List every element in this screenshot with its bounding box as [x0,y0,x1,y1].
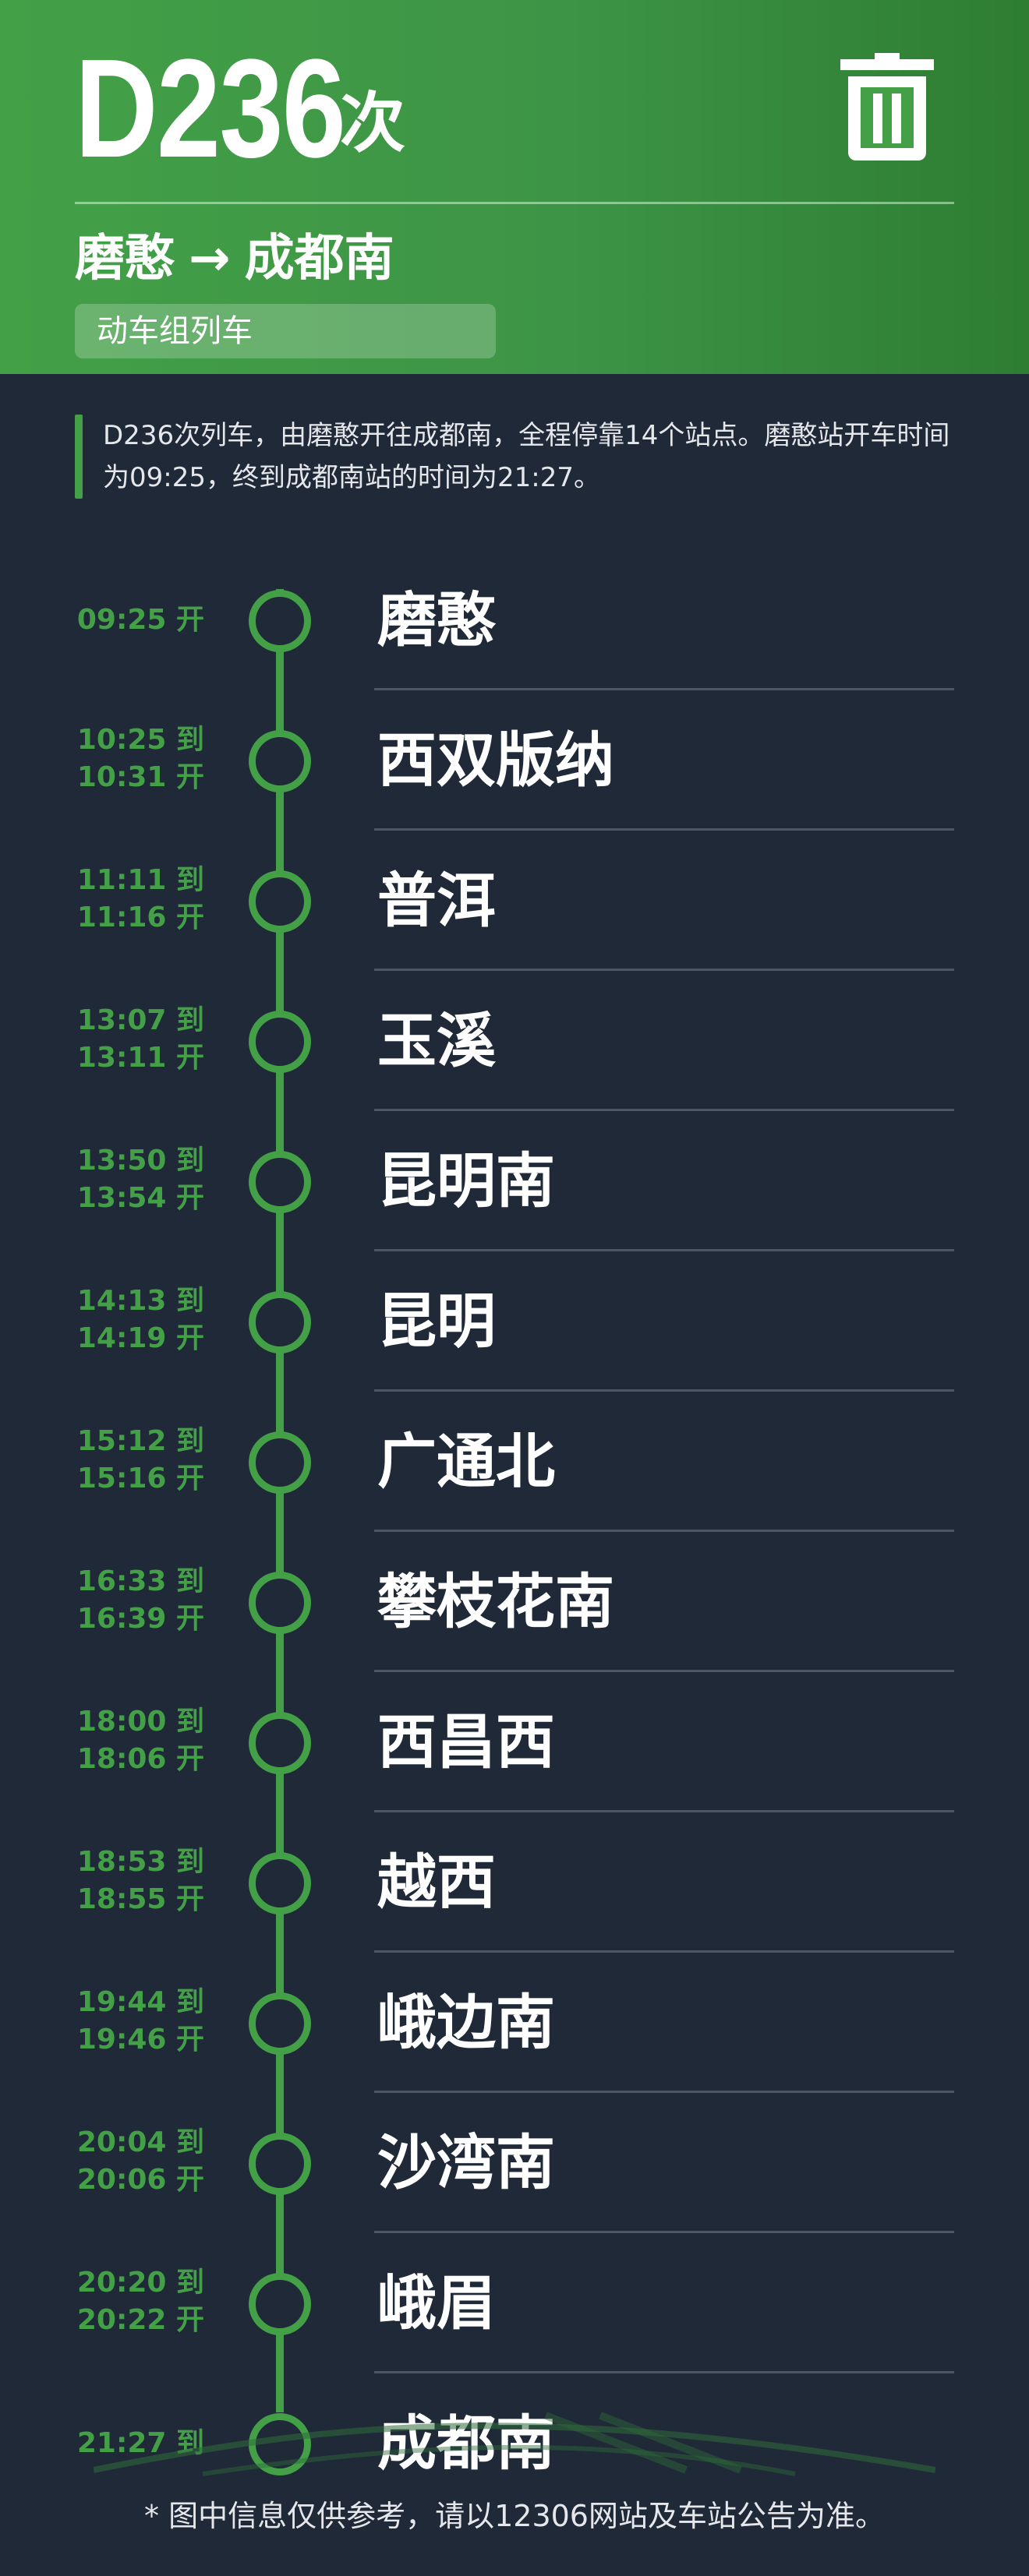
trash-icon[interactable] [840,53,934,162]
arrival-time: 18:00 到 [76,1706,204,1738]
arrow-right-icon: → [189,230,231,288]
stop-row[interactable]: 20:04 到 20:06 开 沙湾南 [0,2102,1029,2243]
train-number-suffix: 次 [340,85,406,161]
train-number: D236 [75,30,346,187]
stop-marker-icon [249,590,311,652]
route: 磨憨 → 成都南 [75,228,394,290]
stop-divider [374,969,954,971]
stop-divider [374,2231,954,2233]
arrival-time: 13:07 到 [76,1004,204,1036]
stop-marker-icon [249,730,311,792]
stop-row[interactable]: 09:25 开 磨憨 [0,559,1029,700]
stop-row[interactable]: 13:50 到 13:54 开 昆明南 [0,1120,1029,1261]
stop-marker-icon [249,2133,311,2195]
stop-divider [374,2371,954,2373]
stop-marker-icon [249,1572,311,1634]
trip-summary: D236次列车，由磨憨开往成都南，全程停靠14个站点。磨憨站开车时间为09:25… [103,420,950,493]
stop-divider [374,1810,954,1812]
stop-marker-icon [249,1852,311,1914]
stop-divider [374,1109,954,1111]
arrival-time: 18:53 到 [76,1846,204,1878]
stop-row[interactable]: 11:11 到 11:16 开 普洱 [0,840,1029,980]
stop-divider [374,1530,954,1532]
departure-time: 10:31 开 [76,761,204,793]
station-name: 昆明南 [377,1146,555,1216]
stop-marker-icon [249,1431,311,1494]
summary-accent-bar [75,415,83,499]
stop-divider [374,1249,954,1251]
station-name: 攀枝花南 [377,1567,614,1636]
train-type-label: 动车组列车 [97,313,253,349]
departure-time: 11:16 开 [76,902,204,933]
stop-marker-icon [249,2273,311,2335]
stop-row[interactable]: 18:53 到 18:55 开 越西 [0,1822,1029,1962]
departure-time: 19:46 开 [76,2024,204,2056]
station-name: 广通北 [377,1427,555,1496]
station-name: 普洱 [377,866,496,935]
departure-time: 20:22 开 [76,2304,204,2336]
station-name: 峨眉 [377,2268,496,2338]
stop-marker-icon [249,1291,311,1353]
departure-time: 20:06 开 [76,2164,204,2196]
stop-row[interactable]: 16:33 到 16:39 开 攀枝花南 [0,1541,1029,1681]
arrival-time: 14:13 到 [76,1285,204,1317]
stop-marker-icon [249,1011,311,1073]
stop-divider [374,688,954,690]
header: D236 次 磨憨 → 成都南 动车组列车 [0,0,1029,374]
station-name: 沙湾南 [377,2128,555,2197]
train-type-badge: 动车组列车 [75,304,496,358]
stop-divider [374,2091,954,2093]
stop-row[interactable]: 10:25 到 10:31 开 西双版纳 [0,700,1029,840]
disclaimer-footnote: * 图中信息仅供参考，请以12306网站及车站公告为准。 [144,2499,885,2533]
arrival-time: 13:50 到 [76,1145,204,1177]
arrival-time: 16:33 到 [76,1565,204,1597]
stop-divider [374,1670,954,1672]
route-origin: 磨憨 [75,230,175,288]
station-name: 越西 [377,1847,496,1917]
station-name: 峨边南 [377,1988,555,2057]
stop-row[interactable]: 13:07 到 13:11 开 玉溪 [0,980,1029,1120]
stop-divider [374,1389,954,1392]
stop-marker-icon [249,1992,311,2055]
route-destination: 成都南 [244,230,394,288]
stop-row[interactable]: 19:44 到 19:46 开 峨边南 [0,1962,1029,2102]
station-name: 西昌西 [377,1707,555,1777]
arrival-time: 15:12 到 [76,1425,204,1457]
stop-marker-icon [249,870,311,933]
departure-time: 09:25 开 [76,604,204,636]
stop-divider [374,1950,954,1953]
stop-divider [374,828,954,831]
stop-row[interactable]: 15:12 到 15:16 开 广通北 [0,1401,1029,1541]
stop-marker-icon [249,1712,311,1774]
stop-marker-icon [249,1151,311,1213]
departure-time: 13:11 开 [76,1042,204,1074]
arrival-time: 10:25 到 [76,724,204,756]
departure-time: 15:16 开 [76,1463,204,1494]
departure-time: 16:39 开 [76,1603,204,1635]
station-name: 玉溪 [377,1006,496,1075]
arrival-time: 20:20 到 [76,2267,204,2299]
rail-track-decoration [94,2412,935,2476]
station-name: 磨憨 [377,585,496,655]
arrival-time: 19:44 到 [76,1986,204,2018]
station-name: 西双版纳 [377,725,614,795]
station-name: 昆明 [377,1286,496,1356]
arrival-time: 20:04 到 [76,2126,204,2158]
departure-time: 18:55 开 [76,1883,204,1915]
stop-row[interactable]: 18:00 到 18:06 开 西昌西 [0,1681,1029,1822]
header-divider [75,202,954,204]
stop-row[interactable]: 14:13 到 14:19 开 昆明 [0,1261,1029,1401]
departure-time: 14:19 开 [76,1322,204,1354]
departure-time: 18:06 开 [76,1743,204,1775]
departure-time: 13:54 开 [76,1182,204,1214]
arrival-time: 11:11 到 [76,864,204,896]
stop-row[interactable]: 20:20 到 20:22 开 峨眉 [0,2243,1029,2383]
